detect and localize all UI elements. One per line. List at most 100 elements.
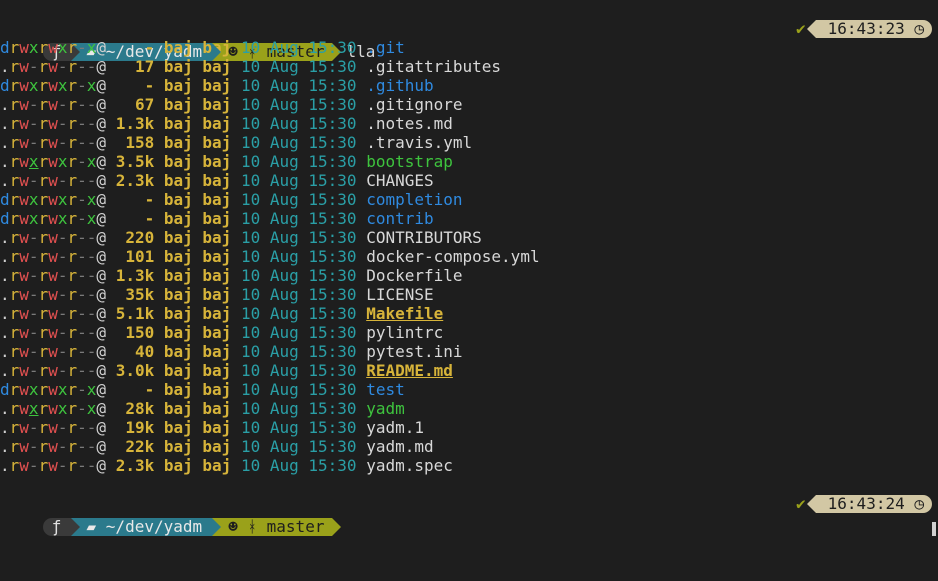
file-user: baj bbox=[163, 361, 193, 380]
file-user: baj bbox=[163, 437, 193, 456]
permissions: .rw-rw-r--@ bbox=[0, 95, 107, 114]
file-name[interactable]: bootstrap bbox=[366, 152, 453, 171]
file-group: baj bbox=[202, 266, 232, 285]
clock-icon: ◷ bbox=[914, 494, 924, 513]
file-name[interactable]: pylintrc bbox=[366, 323, 443, 342]
listing-row: .rw-rw-r--@ 17 baj baj 10 Aug 15:30 .git… bbox=[0, 57, 501, 76]
file-group: baj bbox=[202, 152, 232, 171]
file-date: 10 Aug 15:30 bbox=[240, 361, 357, 380]
permissions: drwxrwxr-x@ bbox=[0, 190, 107, 209]
file-date: 10 Aug 15:30 bbox=[240, 133, 357, 152]
file-group: baj bbox=[202, 304, 232, 323]
file-user: baj bbox=[163, 456, 193, 475]
file-name[interactable]: LICENSE bbox=[366, 285, 433, 304]
permissions: .rw-rw-r--@ bbox=[0, 342, 107, 361]
file-name[interactable]: .travis.yml bbox=[366, 133, 472, 152]
file-name[interactable]: contrib bbox=[366, 209, 433, 228]
file-group: baj bbox=[202, 209, 232, 228]
file-date: 10 Aug 15:30 bbox=[240, 399, 357, 418]
file-name[interactable]: Dockerfile bbox=[366, 266, 462, 285]
file-name[interactable]: CHANGES bbox=[366, 171, 433, 190]
file-user: baj bbox=[163, 228, 193, 247]
file-size: 1.3k bbox=[115, 266, 155, 285]
listing-row: .rw-rw-r--@ 150 baj baj 10 Aug 15:30 pyl… bbox=[0, 323, 443, 342]
file-size: - bbox=[115, 76, 155, 95]
file-user: baj bbox=[163, 209, 193, 228]
permissions: .rw-rw-r--@ bbox=[0, 418, 107, 437]
prompt-time: 16:43:24 bbox=[827, 494, 905, 513]
listing-row: .rw-rw-r--@ 2.3k baj baj 10 Aug 15:30 CH… bbox=[0, 171, 434, 190]
permissions: .rw-rw-r--@ bbox=[0, 266, 107, 285]
file-date: 10 Aug 15:30 bbox=[240, 76, 357, 95]
file-name[interactable]: yadm bbox=[366, 399, 405, 418]
file-group: baj bbox=[202, 133, 232, 152]
file-size: 2.3k bbox=[115, 456, 155, 475]
file-name[interactable]: Makefile bbox=[366, 304, 443, 323]
file-name[interactable]: yadm.md bbox=[366, 437, 433, 456]
file-name[interactable]: .github bbox=[366, 76, 433, 95]
fedora-icon: ƒ bbox=[42, 517, 71, 536]
file-name[interactable]: README.md bbox=[366, 361, 453, 380]
file-size: 28k bbox=[115, 399, 155, 418]
listing-row: drwxrwxr-x@ - baj baj 10 Aug 15:30 contr… bbox=[0, 209, 434, 228]
file-name[interactable]: CONTRIBUTORS bbox=[366, 228, 482, 247]
file-name[interactable]: .gitignore bbox=[366, 95, 462, 114]
listing-row: drwxrwxr-x@ - baj baj 10 Aug 15:30 .gith… bbox=[0, 76, 434, 95]
permissions: .rw-rw-r--@ bbox=[0, 114, 107, 133]
clock-icon: ◷ bbox=[914, 19, 924, 38]
file-size: 150 bbox=[115, 323, 155, 342]
file-size: 2.3k bbox=[115, 171, 155, 190]
file-name[interactable]: yadm.spec bbox=[366, 456, 453, 475]
permissions: .rw-rw-r--@ bbox=[0, 285, 107, 304]
permissions: .rw-rw-r--@ bbox=[0, 437, 107, 456]
file-name[interactable]: pytest.ini bbox=[366, 342, 462, 361]
file-user: baj bbox=[163, 171, 193, 190]
permissions: .rw-rw-r--@ bbox=[0, 323, 107, 342]
listing-row: .rw-rw-r--@ 1.3k baj baj 10 Aug 15:30 .n… bbox=[0, 114, 453, 133]
file-group: baj bbox=[202, 361, 232, 380]
listing-row: drwxrwxr-x@ - baj baj 10 Aug 15:30 .git bbox=[0, 38, 405, 57]
file-date: 10 Aug 15:30 bbox=[240, 285, 357, 304]
file-group: baj bbox=[202, 76, 232, 95]
prompt-time: 16:43:23 bbox=[827, 19, 905, 38]
file-user: baj bbox=[163, 323, 193, 342]
file-date: 10 Aug 15:30 bbox=[240, 171, 357, 190]
file-user: baj bbox=[163, 266, 193, 285]
file-name[interactable]: docker-compose.yml bbox=[366, 247, 539, 266]
file-date: 10 Aug 15:30 bbox=[240, 323, 357, 342]
listing-row: .rw-rw-r--@ 101 baj baj 10 Aug 15:30 doc… bbox=[0, 247, 540, 266]
file-group: baj bbox=[202, 418, 232, 437]
listing-row: .rw-rw-r--@ 158 baj baj 10 Aug 15:30 .tr… bbox=[0, 133, 472, 152]
file-user: baj bbox=[163, 76, 193, 95]
file-user: baj bbox=[163, 38, 193, 57]
check-icon: ✔ bbox=[796, 494, 806, 513]
file-group: baj bbox=[202, 456, 232, 475]
file-name[interactable]: .notes.md bbox=[366, 114, 453, 133]
file-user: baj bbox=[163, 133, 193, 152]
file-name[interactable]: completion bbox=[366, 190, 462, 209]
file-date: 10 Aug 15:30 bbox=[240, 38, 357, 57]
listing-row: .rwxrwxr-x@ 28k baj baj 10 Aug 15:30 yad… bbox=[0, 399, 405, 418]
file-user: baj bbox=[163, 95, 193, 114]
permissions: .rw-rw-r--@ bbox=[0, 456, 107, 475]
file-user: baj bbox=[163, 152, 193, 171]
file-name[interactable]: .git bbox=[366, 38, 405, 57]
file-date: 10 Aug 15:30 bbox=[240, 152, 357, 171]
prompt-line: ƒ ▰ ~/dev/yadm ☻ ᚼ master lla ✔ 16:43:23 ◷ bbox=[0, 18, 938, 61]
file-date: 10 Aug 15:30 bbox=[240, 114, 357, 133]
permissions: .rw-rw-r--@ bbox=[0, 133, 107, 152]
file-size: 17 bbox=[115, 57, 155, 76]
file-user: baj bbox=[163, 399, 193, 418]
file-name[interactable]: yadm.1 bbox=[366, 418, 424, 437]
prompt-git-segment: ☻ ᚼ master bbox=[212, 517, 342, 536]
file-size: - bbox=[115, 209, 155, 228]
file-group: baj bbox=[202, 323, 232, 342]
file-user: baj bbox=[163, 380, 193, 399]
permissions: drwxrwxr-x@ bbox=[0, 76, 107, 95]
file-name[interactable]: .gitattributes bbox=[366, 57, 501, 76]
file-size: - bbox=[115, 38, 155, 57]
file-group: baj bbox=[202, 114, 232, 133]
file-size: 101 bbox=[115, 247, 155, 266]
file-name[interactable]: test bbox=[366, 380, 405, 399]
listing-row: .rw-rw-r--@ 40 baj baj 10 Aug 15:30 pyte… bbox=[0, 342, 463, 361]
